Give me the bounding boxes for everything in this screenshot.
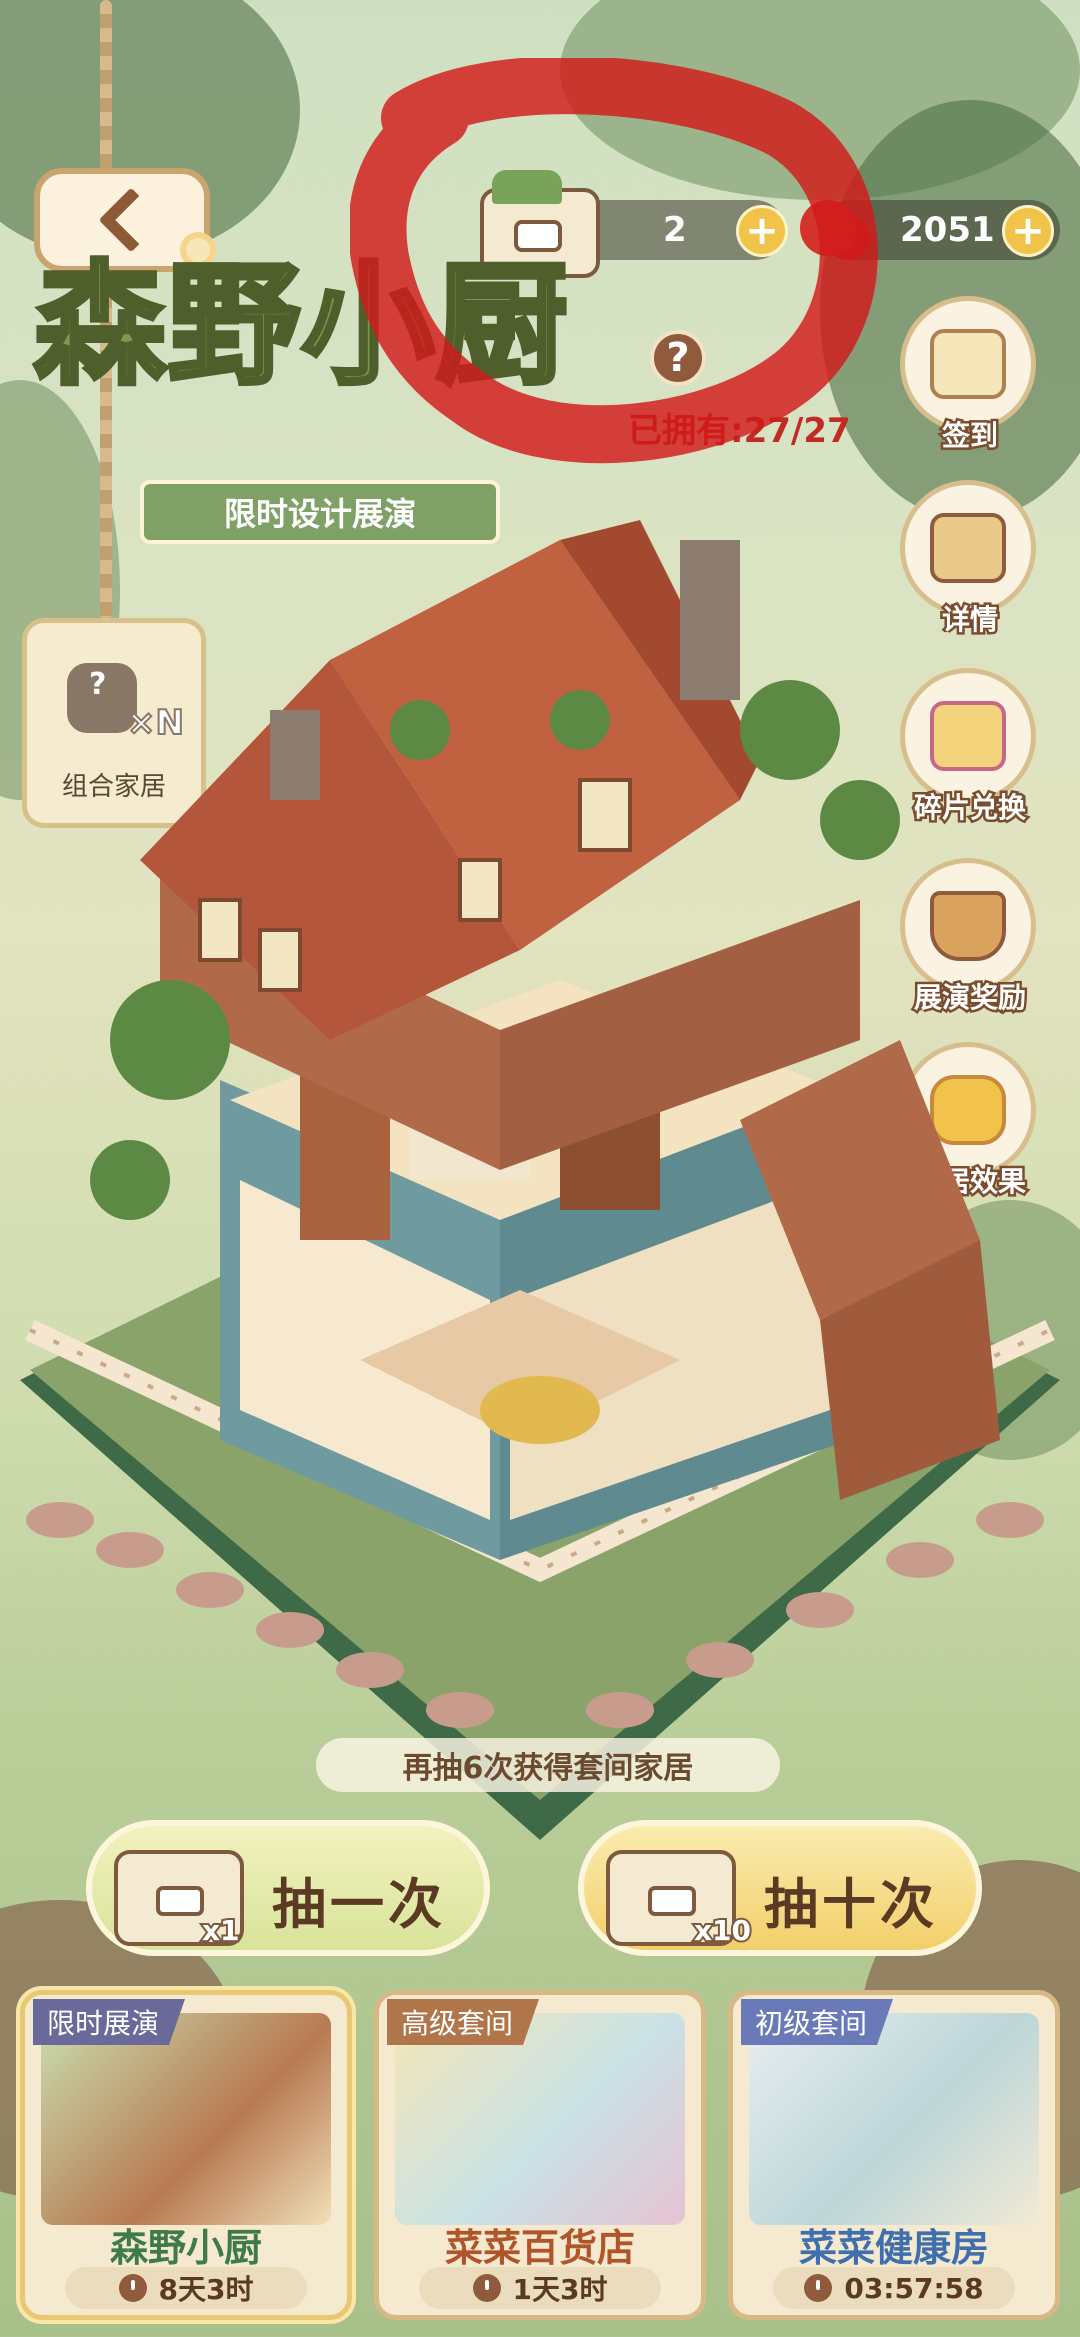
draw-ten-button[interactable]: x10 抽十次 <box>578 1820 982 1956</box>
pity-hint: 再抽6次获得套间家居 <box>316 1738 780 1792</box>
pool-timer: 8天3时 <box>65 2267 307 2309</box>
calendar-icon <box>930 329 1006 399</box>
draw-once-button[interactable]: x1 抽一次 <box>86 1820 490 1956</box>
side-button-sign-in[interactable]: 签到 <box>900 296 1040 476</box>
help-button[interactable]: ? <box>650 330 706 386</box>
clock-icon <box>118 2274 147 2302</box>
pool-timer-text: 1天3时 <box>512 2273 608 2306</box>
currency-count: 2051 <box>900 210 995 250</box>
add-tickets-button[interactable]: + <box>736 205 788 257</box>
page-title: 森野小厨 <box>32 248 571 403</box>
draw-ten-label: 抽十次 <box>764 1873 938 1936</box>
clock-icon <box>804 2274 833 2302</box>
draw-ten-multiplier: x10 <box>692 1912 753 1949</box>
pool-tag: 初级套间 <box>741 1999 893 2045</box>
owned-count: 已拥有:27/27 <box>628 411 851 451</box>
pool-card-forest-kitchen[interactable]: 限时展演 森野小厨 8天3时 <box>20 1990 352 2320</box>
pool-tag: 限时展演 <box>33 1999 185 2045</box>
ticket-count: 2 <box>663 210 687 250</box>
pool-card-caicai-store[interactable]: 高级套间 菜菜百货店 1天3时 <box>374 1990 706 2320</box>
pool-name: 菜菜健康房 <box>798 2226 989 2270</box>
pool-timer: 03:57:58 <box>773 2267 1015 2309</box>
pool-timer-text: 8天3时 <box>158 2273 254 2306</box>
cherry-icon <box>800 200 856 256</box>
pool-name: 森野小厨 <box>109 2226 262 2270</box>
draw-once-multiplier: x1 <box>200 1912 241 1949</box>
add-currency-button[interactable]: + <box>1002 205 1054 257</box>
clock-icon <box>472 2274 501 2302</box>
pool-timer-text: 03:57:58 <box>844 2271 984 2305</box>
pool-tag: 高级套间 <box>387 1999 539 2045</box>
pool-timer: 1天3时 <box>419 2267 661 2309</box>
house-illustration <box>20 520 1060 1840</box>
pool-card-caicai-gym[interactable]: 初级套间 菜菜健康房 03:57:58 <box>728 1990 1060 2320</box>
chevron-left-icon <box>98 187 164 253</box>
draw-once-label: 抽一次 <box>272 1873 446 1936</box>
side-button-label: 签到 <box>939 417 1000 455</box>
pool-name: 菜菜百货店 <box>444 2226 635 2270</box>
